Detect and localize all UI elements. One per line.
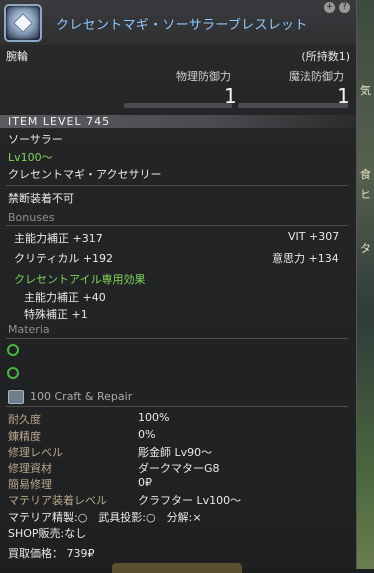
bracelet-icon: [4, 4, 42, 42]
owned-count: (所持数1): [301, 50, 350, 63]
bottom-tab: [112, 563, 242, 573]
quick-repair-label: 簡易修理: [8, 478, 52, 491]
craft-flags: マテリア精製:○ 武具投影:○ 分解:×: [8, 511, 202, 524]
repair-material-label: 修理資材: [8, 462, 52, 475]
materia-level-value: クラフター Lv100〜: [138, 494, 242, 507]
repair-material-value: ダークマターG8: [138, 462, 220, 475]
plus-icon[interactable]: +: [324, 2, 335, 13]
phys-defense-bar: [124, 103, 232, 108]
mag-defense-label: 魔法防御力: [289, 70, 344, 83]
special-bonus: 特殊補正 +1: [24, 308, 88, 321]
repair-level-label: 修理レベル: [8, 446, 63, 459]
tooltip-header: クレセントマギ・ソーサラーブレスレット + ?: [0, 0, 356, 45]
special-effect-title: クレセントアイル専用効果: [14, 273, 146, 286]
materia-slot[interactable]: [7, 344, 19, 356]
spiritbond-value: 0%: [138, 428, 156, 441]
background-text: タ: [360, 242, 371, 255]
item-tooltip: クレセントマギ・ソーサラーブレスレット + ? 腕輪 (所持数1) 物理防御力 …: [0, 0, 357, 573]
item-category: 腕輪: [6, 50, 28, 63]
shop-sale: SHOP販売:なし: [8, 527, 87, 540]
item-type: クレセントマギ・アクセサリー: [8, 168, 162, 181]
sell-price: 買取価格： 739₽: [8, 547, 95, 560]
special-main-stat: 主能力補正 +40: [24, 291, 106, 304]
game-background: 気 食 ヒ タ: [354, 0, 374, 569]
bonus-vit: VIT +307: [288, 230, 340, 243]
bonuses-title: Bonuses: [8, 211, 55, 224]
bonus-main-stat: 主能力補正 +317: [14, 232, 103, 245]
restriction-text: 禁断装着不可: [8, 192, 74, 205]
item-name: クレセントマギ・ソーサラーブレスレット: [56, 18, 308, 33]
bonus-critical: クリティカル +192: [14, 252, 114, 265]
quick-repair-value: 0₽: [138, 476, 152, 489]
materia-title: Materia: [8, 323, 50, 336]
bonus-mind: 意思力 +134: [272, 252, 339, 265]
phys-defense-label: 物理防御力: [176, 70, 231, 83]
background-text: 食: [360, 168, 371, 181]
materia-slot[interactable]: [7, 367, 19, 379]
materia-level-label: マテリア装着レベル: [8, 494, 107, 507]
repair-level-value: 彫金師 Lv90〜: [138, 446, 213, 459]
divider: [6, 185, 348, 186]
level-requirement: Lv100〜: [8, 151, 53, 164]
craft-repair-title: 100 Craft & Repair: [30, 390, 133, 403]
help-icon[interactable]: ?: [339, 2, 350, 13]
durability-label: 耐久度: [8, 413, 41, 426]
divider: [6, 225, 348, 226]
background-text: ヒ: [360, 188, 371, 201]
repair-icon: [8, 390, 24, 404]
job-name: ソーサラー: [8, 133, 63, 146]
background-text: 気: [360, 84, 371, 97]
durability-value: 100%: [138, 411, 170, 424]
mag-defense-bar: [238, 103, 348, 108]
divider: [6, 338, 348, 339]
divider: [6, 406, 348, 407]
spiritbond-label: 錬精度: [8, 430, 41, 443]
item-level-banner: ITEM LEVEL 745: [0, 115, 356, 128]
